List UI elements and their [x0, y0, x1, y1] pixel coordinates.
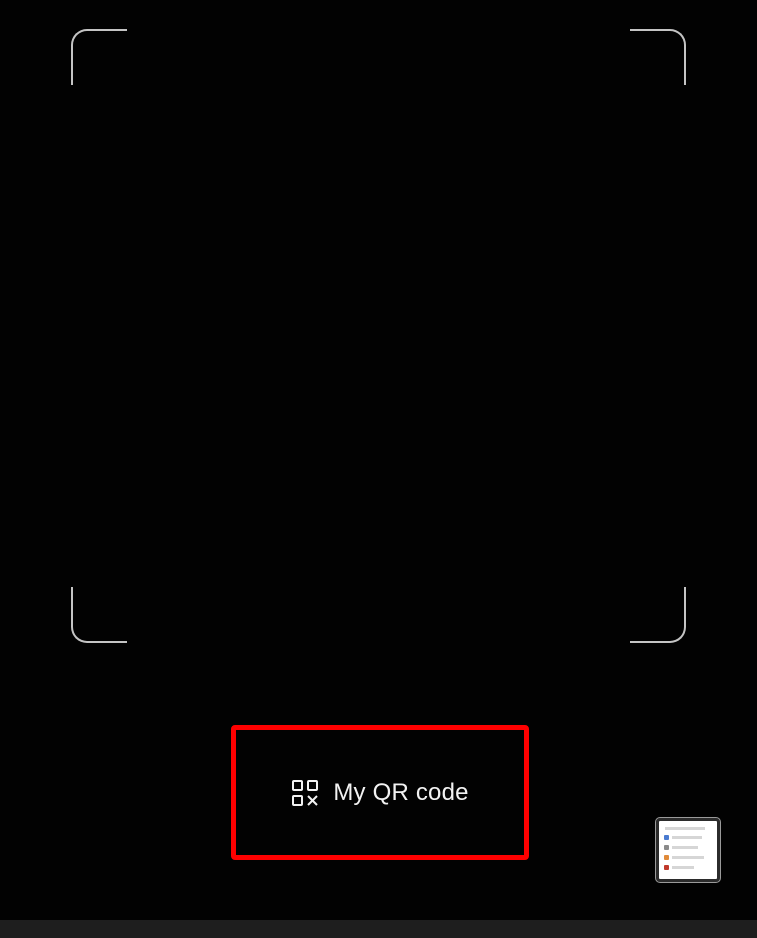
thumbnail-content-icon: [664, 855, 669, 860]
thumbnail-content-line: [672, 836, 702, 839]
thumbnail-content-line: [672, 846, 698, 849]
thumbnail-content-icon: [664, 865, 669, 870]
my-qr-code-label: My QR code: [333, 778, 469, 806]
thumbnail-content-icon: [664, 845, 669, 850]
scan-frame-corner-bottom-left: [71, 587, 127, 643]
gallery-thumbnail-button[interactable]: [655, 817, 721, 883]
qr-code-icon: [291, 779, 319, 807]
scan-frame-corner-top-right: [630, 29, 686, 85]
scan-frame-corner-top-left: [71, 29, 127, 85]
thumbnail-content-line: [672, 856, 704, 859]
thumbnail-content-icon: [664, 835, 669, 840]
scan-frame-corner-bottom-right: [630, 587, 686, 643]
thumbnail-content-line: [672, 866, 694, 869]
system-navigation-bar: [0, 920, 757, 938]
thumbnail-content-line: [665, 827, 705, 830]
my-qr-code-button[interactable]: My QR code: [231, 725, 529, 860]
